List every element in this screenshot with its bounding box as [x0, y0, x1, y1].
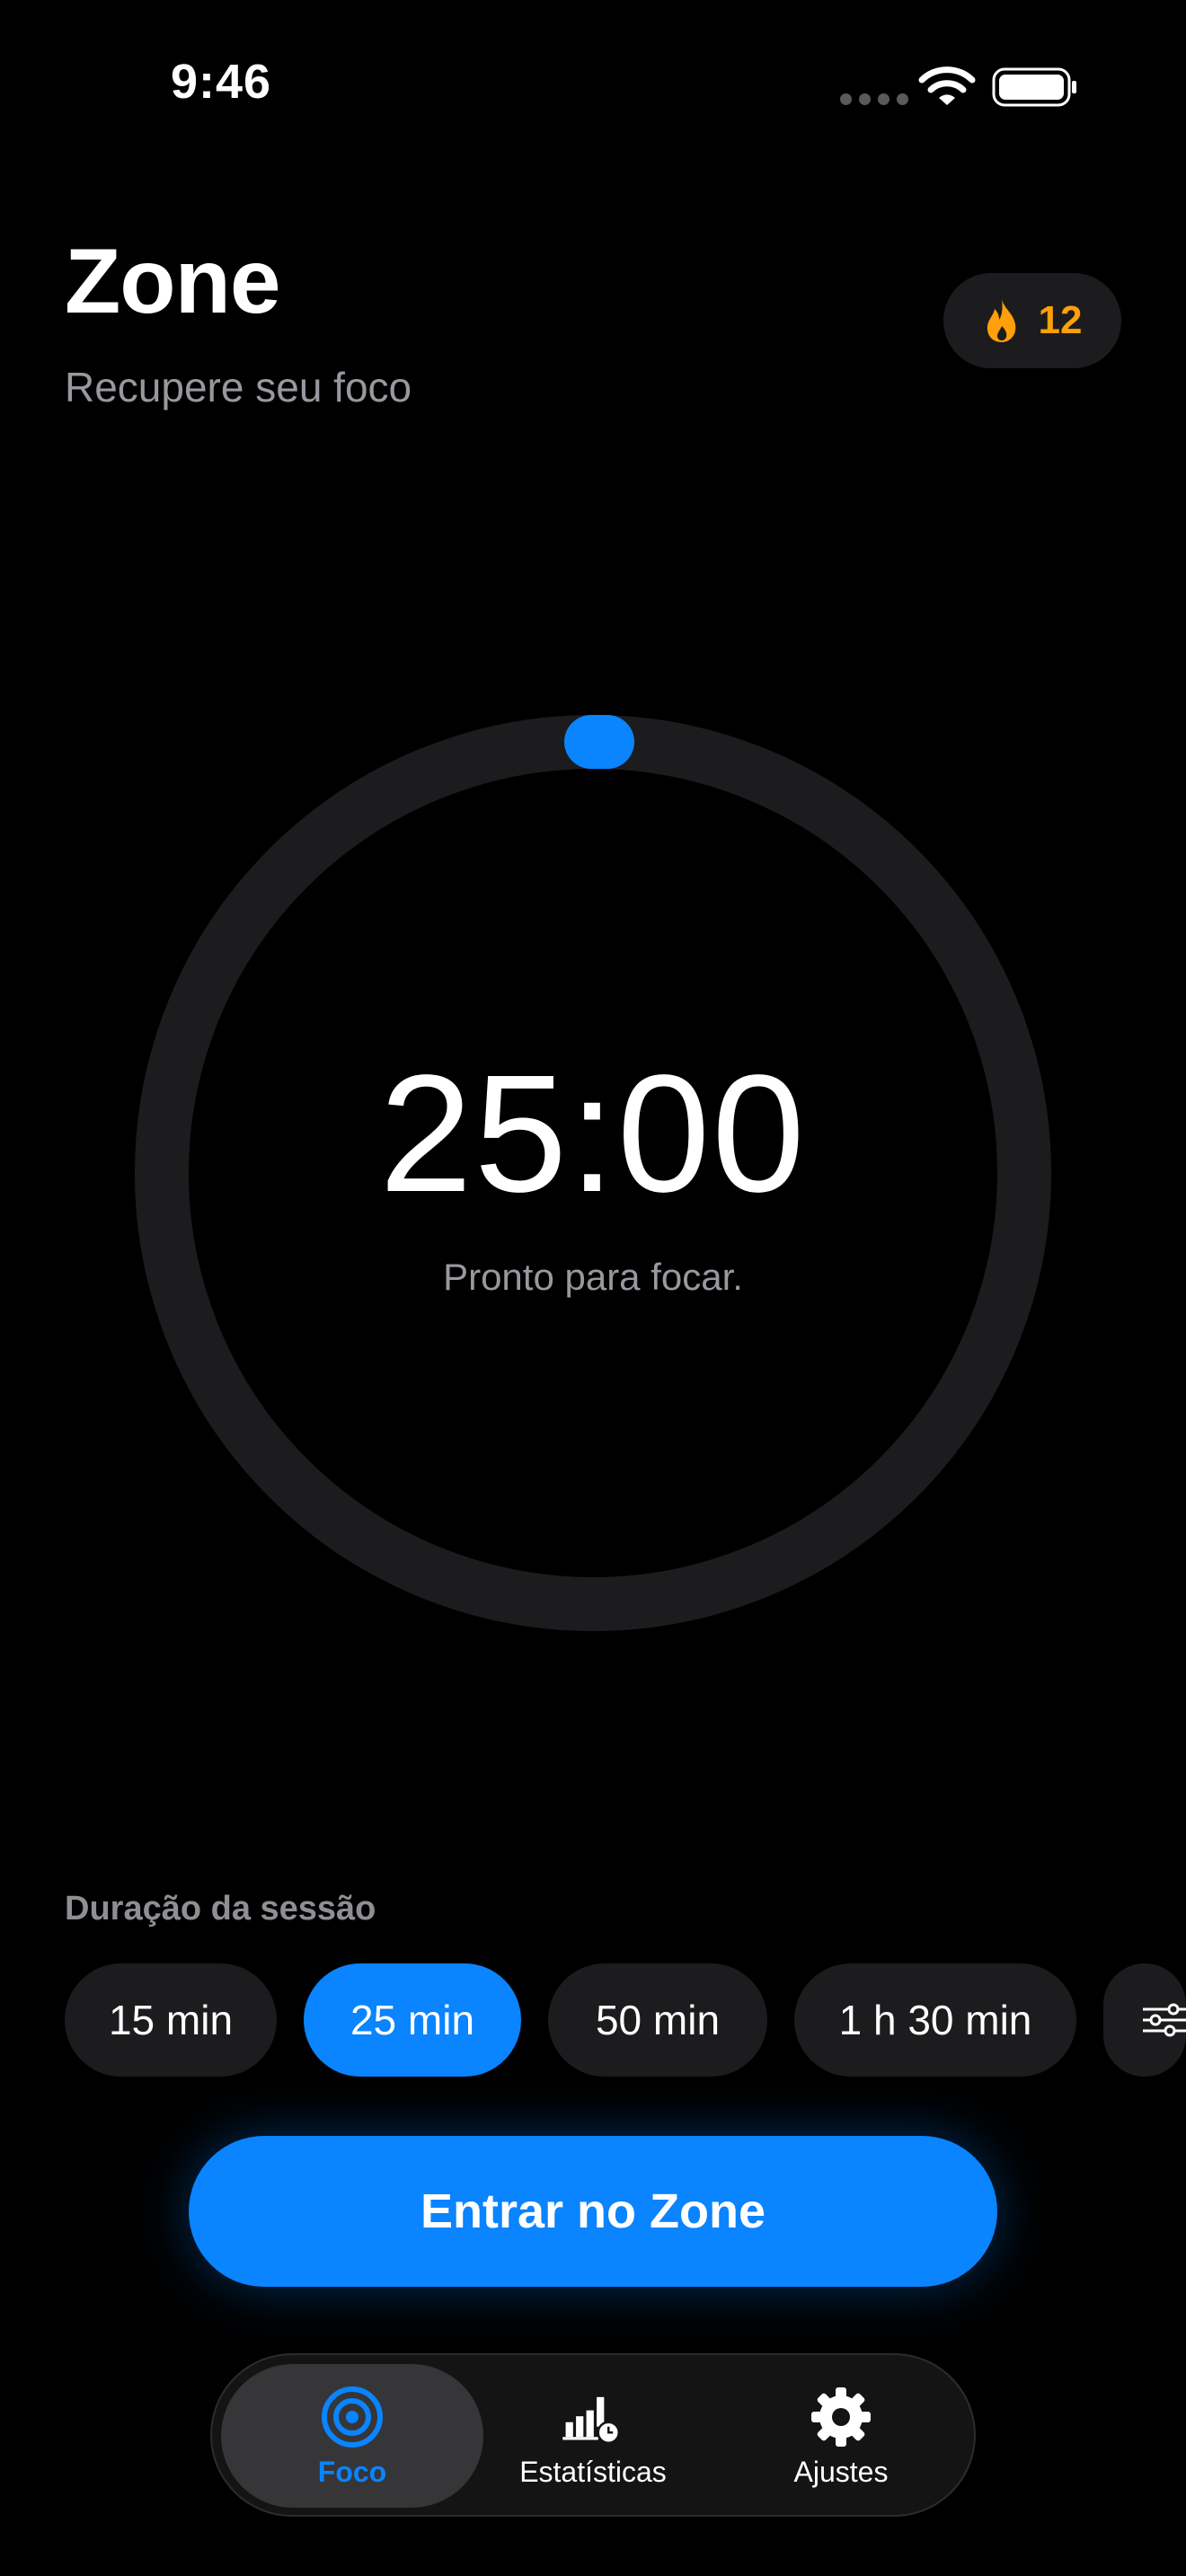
- flame-icon: [987, 299, 1015, 342]
- start-focus-button[interactable]: Entrar no Zone: [189, 2136, 997, 2287]
- duration-chip-50[interactable]: 50 min: [548, 1963, 767, 2077]
- tab-label-ajustes: Ajustes: [793, 2455, 889, 2488]
- tab-bar: Foco Estatísticas Ajustes: [210, 2353, 976, 2517]
- target-icon: [322, 2386, 383, 2448]
- timer-handle: [564, 715, 634, 769]
- duration-chip-15[interactable]: 15 min: [65, 1963, 277, 2077]
- tab-ajustes[interactable]: Ajustes: [724, 2364, 958, 2508]
- tab-foco[interactable]: Foco: [221, 2364, 483, 2508]
- page-subtitle: Recupere seu foco: [65, 364, 412, 410]
- duration-chip-25[interactable]: 25 min: [304, 1963, 521, 2077]
- timer-status: Pronto para focar.: [443, 1256, 743, 1298]
- cellular-signal-icon: [840, 93, 908, 105]
- gear-icon: [811, 2386, 871, 2447]
- page-title: Zone: [65, 230, 281, 332]
- tab-label-estatisticas: Estatísticas: [519, 2455, 667, 2488]
- sliders-icon: [1143, 2003, 1186, 2037]
- custom-duration-button[interactable]: [1103, 1963, 1186, 2077]
- streak-badge[interactable]: 12: [943, 273, 1121, 368]
- timer-value: 25:00: [379, 1041, 807, 1227]
- wifi-icon: [918, 66, 976, 105]
- duration-chip-90[interactable]: 1 h 30 min: [794, 1963, 1076, 2077]
- streak-count: 12: [1038, 298, 1083, 342]
- chart-clock-icon: [562, 2396, 621, 2444]
- status-time: 9:46: [171, 55, 272, 109]
- focus-screen: 9:46 Zone Recupere seu foco 12 25:00 Pro…: [0, 0, 1186, 2576]
- tab-estatisticas[interactable]: Estatísticas: [483, 2364, 703, 2508]
- battery-icon: [992, 67, 1076, 107]
- tab-label-foco: Foco: [317, 2455, 387, 2488]
- duration-label: Duração da sessão: [65, 1890, 376, 1928]
